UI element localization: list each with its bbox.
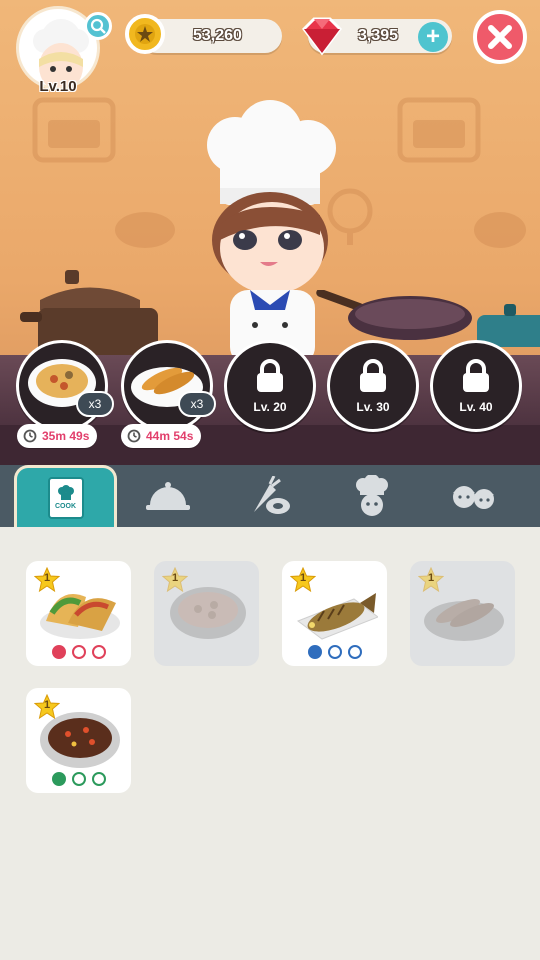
steak-wall-icon [474,212,526,248]
tab-serving[interactable] [114,465,222,527]
tab-staff[interactable] [420,465,528,527]
profile-search-button[interactable] [84,12,112,40]
stove-slot-locked-40[interactable]: Lv. 40 [430,340,522,432]
chef-icon [356,475,388,516]
coin-icon [125,14,165,54]
progress-dots [26,772,131,786]
slot-2-timer: 44m 54s [121,424,202,448]
slot-1-timer-text: 35m 49s [42,429,90,443]
slot-1-timer: 35m 49s [17,424,98,448]
slot-unlock-level: Lv. 20 [253,400,287,414]
clock-icon [127,429,141,443]
steak-wall-icon [115,212,175,248]
progress-dot-filled [307,645,322,659]
stove-slot-locked-20[interactable]: Lv. 20 [224,340,316,432]
slot-2-timer-text: 44m 54s [146,429,194,443]
close-button[interactable] [473,10,527,64]
progress-dots [282,645,387,659]
gem-amount: 3,395 [358,27,399,44]
padlock-icon [360,359,386,392]
slot-2-count: x3 [178,391,216,417]
progress-dot-filled [51,645,66,659]
star-rank-number: 1 [43,572,51,584]
ruby-gem-icon [302,17,342,56]
plus-icon: + [425,23,440,50]
player-level: Lv.10 [39,78,77,95]
stove-slot-1[interactable] [16,340,108,432]
progress-dot-empty [91,645,106,659]
ingredients-icon [254,476,290,514]
recipe-card-fried-shrimp[interactable]: 1 [410,561,515,666]
star-rank-number: 1 [171,572,179,584]
padlock-icon [463,359,489,392]
tab-chef[interactable] [318,465,426,527]
recipe-card-stew[interactable]: 1 [26,688,131,793]
recipe-card-soup[interactable]: 1 [154,561,259,666]
progress-dot-empty [91,772,106,786]
slot-unlock-level: Lv. 30 [356,400,390,414]
chef-hat-mini-icon [57,485,74,500]
progress-dots [26,645,131,659]
progress-dot-empty [71,772,86,786]
oven-wall-icon [397,97,481,163]
coin-star-icon [135,24,155,44]
magnifier-icon [90,18,106,34]
star-rank-number: 1 [427,572,435,584]
slot-unlock-level: Lv. 40 [459,400,493,414]
kitchen-scene: Lv.10 53,260 3,395 + x3 35m 49s x3 44m 5… [0,0,540,465]
stove-slot-2[interactable] [121,340,213,432]
padlock-icon [257,359,283,392]
frying-pan-prop [316,290,472,340]
recipe-grid: 1 1 1 1 1 [0,527,540,960]
star-rank-number: 1 [43,699,51,711]
progress-dot-empty [347,645,362,659]
tab-ingredients[interactable] [216,465,324,527]
cloche-icon [146,482,190,510]
recipe-card-grilled-fish[interactable]: 1 [282,561,387,666]
progress-dot-empty [327,645,342,659]
slot-1-count: x3 [76,391,114,417]
progress-dot-empty [71,645,86,659]
oven-wall-icon [32,97,116,163]
tab-bar: COOK [0,465,540,527]
progress-dot-filled [51,772,66,786]
staff-icon [453,486,494,509]
coin-amount: 53,260 [193,27,242,44]
recipe-book-icon: COOK [47,476,84,519]
star-rank-number: 1 [299,572,307,584]
tab-cook[interactable]: COOK [14,465,117,527]
recipe-card-tacos[interactable]: 1 [26,561,131,666]
clock-icon [23,429,37,443]
tab-cook-label: COOK [55,503,76,510]
add-gems-button[interactable]: + [418,22,448,52]
close-icon [488,25,512,49]
stove-slot-locked-30[interactable]: Lv. 30 [327,340,419,432]
